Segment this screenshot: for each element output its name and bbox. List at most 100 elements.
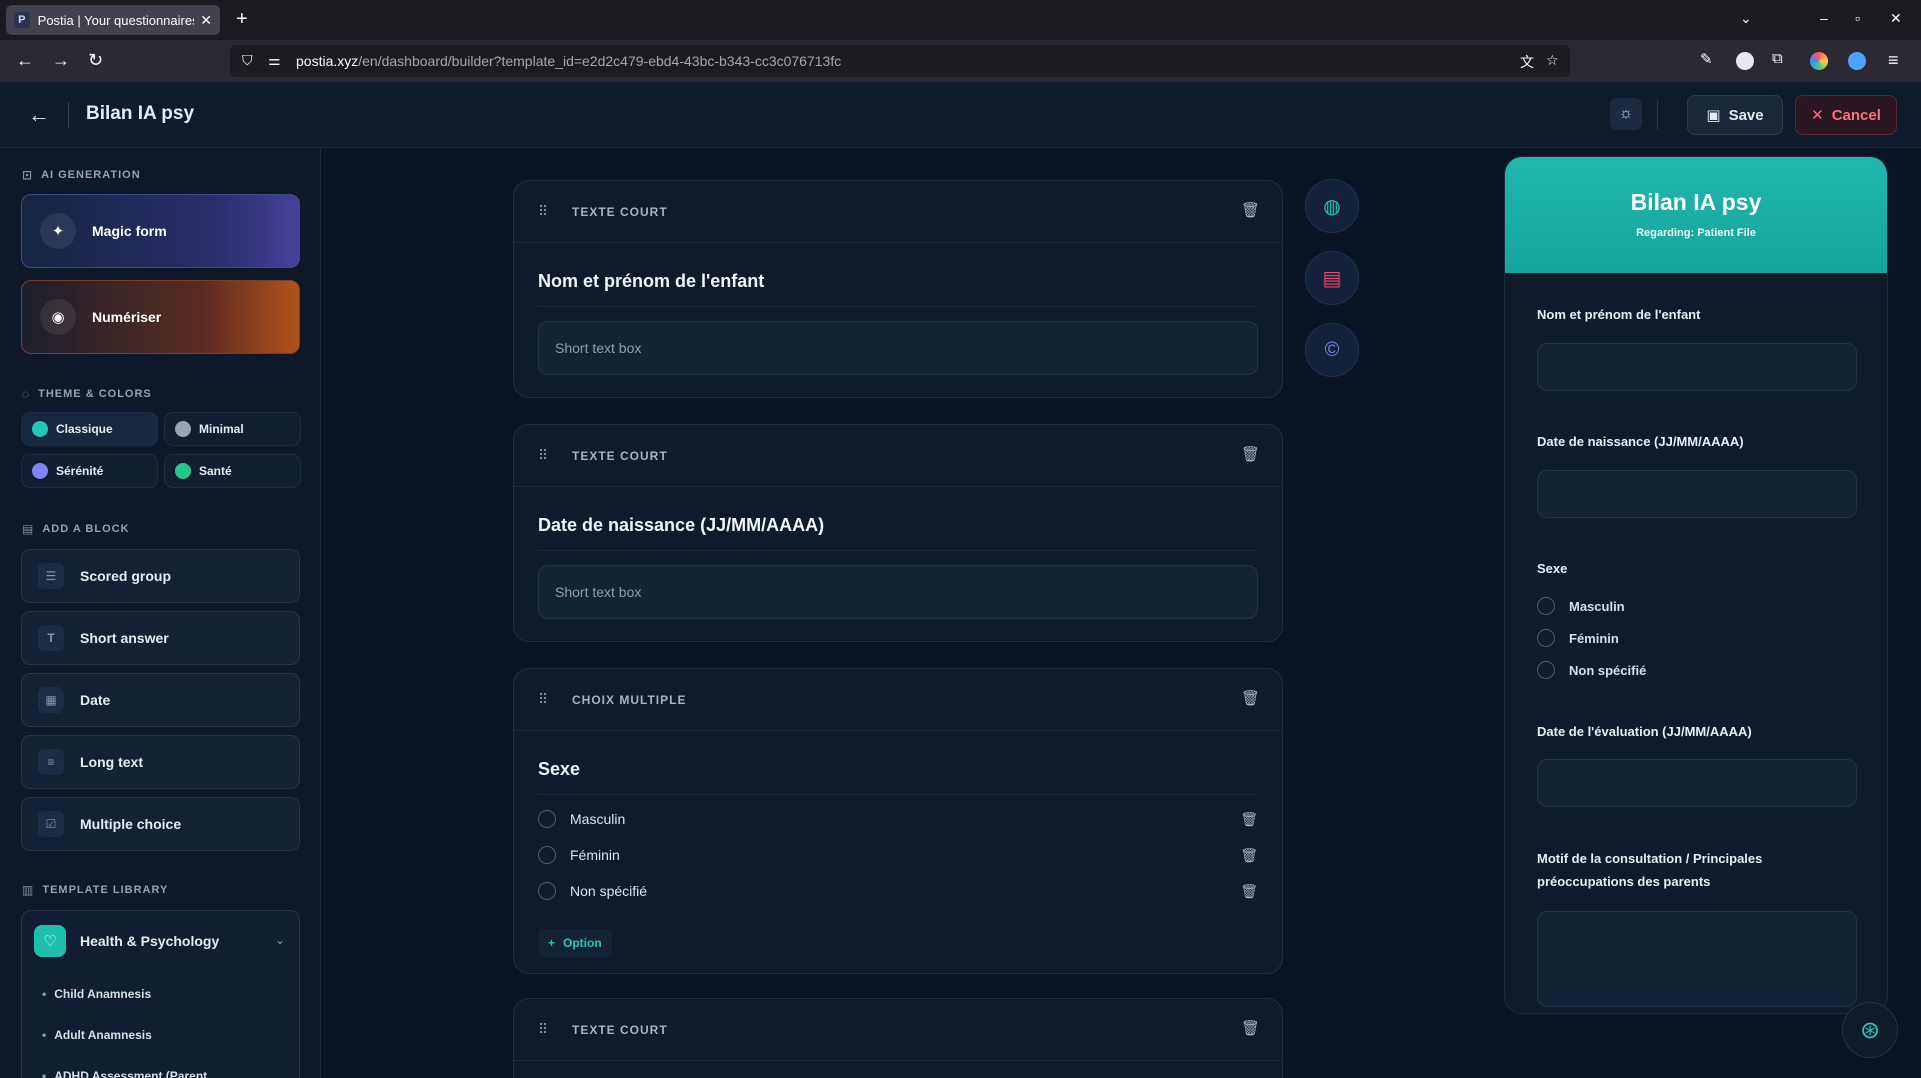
globe-tool-button[interactable]: ◍ xyxy=(1305,179,1359,233)
minimize-icon[interactable]: – xyxy=(1820,10,1828,26)
theme-chip-classique[interactable]: Classique xyxy=(21,412,158,446)
add-date-button[interactable]: ▦ Date xyxy=(21,673,300,727)
option-row[interactable]: Féminin 🗑 xyxy=(538,843,1258,867)
header-divider-right xyxy=(1657,100,1658,130)
question-title[interactable]: Date de naissance (JJ/MM/AAAA) xyxy=(538,515,1258,551)
account-icon[interactable] xyxy=(1736,52,1754,70)
color-extension-icon[interactable] xyxy=(1810,52,1828,70)
color-dot xyxy=(175,463,191,479)
save-button[interactable]: ▣ Save xyxy=(1687,95,1783,135)
tab-list-icon[interactable]: ⌄ xyxy=(1740,10,1752,27)
browser-tabbar: P Postia | Your questionnaires ✕ + ⌄ – ▫… xyxy=(0,0,1921,40)
trash-icon[interactable]: 🗑 xyxy=(1240,883,1258,900)
shield-icon[interactable]: ⛉ xyxy=(242,52,253,69)
radio-icon xyxy=(538,882,556,900)
sparkles-icon: ✦ xyxy=(40,213,76,249)
react-devtools-icon[interactable] xyxy=(1848,52,1866,70)
question-type: TEXTE COURT xyxy=(572,449,668,463)
add-multiple-choice-button[interactable]: ☑ Multiple choice xyxy=(21,797,300,851)
template-library-heading: ▥ TEMPLATE LIBRARY xyxy=(22,883,169,897)
drag-handle-icon[interactable]: ⠿ xyxy=(538,1021,548,1038)
drag-handle-icon[interactable]: ⠿ xyxy=(538,203,548,220)
back-nav-icon[interactable]: ← xyxy=(16,50,34,71)
library-item[interactable]: Adult Anamnesis xyxy=(42,1028,152,1042)
help-button[interactable]: ⊛ xyxy=(1842,1002,1898,1058)
preview-text-input[interactable] xyxy=(1537,343,1857,391)
drag-handle-icon[interactable]: ⠿ xyxy=(538,691,548,708)
trash-icon[interactable]: 🗑 xyxy=(1241,689,1260,707)
trash-icon[interactable]: 🗑 xyxy=(1240,811,1258,828)
question-title[interactable]: Nom et prénom de l'enfant xyxy=(538,271,1258,307)
library-item[interactable]: Child Anamnesis xyxy=(42,987,151,1001)
add-short-answer-button[interactable]: T Short answer xyxy=(21,611,300,665)
url-text[interactable]: postia.xyz/en/dashboard/builder?template… xyxy=(296,53,841,69)
cancel-button[interactable]: ✕ Cancel xyxy=(1795,95,1897,135)
preview-radio-option[interactable]: Féminin xyxy=(1537,629,1619,647)
library-category-toggle[interactable]: ♡ Health & Psychology xyxy=(34,925,219,957)
close-window-icon[interactable]: ✕ xyxy=(1890,10,1902,27)
color-dot xyxy=(32,463,48,479)
preview-field-label: Date de naissance (JJ/MM/AAAA) xyxy=(1537,434,1744,449)
preview-subtitle: Regarding: Patient File xyxy=(1636,227,1756,239)
document-icon: ▤ xyxy=(1322,267,1342,290)
color-dot xyxy=(32,421,48,437)
preview-header: Bilan IA psy Regarding: Patient File xyxy=(1505,157,1887,273)
option-row[interactable]: Masculin 🗑 xyxy=(538,807,1258,831)
trash-icon[interactable]: 🗑 xyxy=(1241,201,1260,219)
trash-icon[interactable]: 🗑 xyxy=(1240,847,1258,864)
magic-form-button[interactable]: ✦ Magic form xyxy=(21,194,300,268)
menu-icon[interactable]: ≡ xyxy=(1888,50,1899,71)
close-tab-icon[interactable]: ✕ xyxy=(200,12,212,29)
preview-radio-option[interactable]: Non spécifié xyxy=(1537,661,1646,679)
question-title[interactable]: Sexe xyxy=(538,759,1258,795)
new-tab-icon[interactable]: + xyxy=(236,8,248,31)
short-text-preview: Short text box xyxy=(538,565,1258,619)
list-icon: ☰ xyxy=(38,563,64,589)
theme-chip-sante[interactable]: Santé xyxy=(164,454,301,488)
option-label[interactable]: Masculin xyxy=(570,811,625,827)
add-long-text-button[interactable]: ≡ Long text xyxy=(21,735,300,789)
theme-chip-serenite[interactable]: Sérénité xyxy=(21,454,158,488)
question-card[interactable]: ⠿ TEXTE COURT 🗑 Nom et prénom de l'enfan… xyxy=(513,180,1283,398)
pdf-tool-button[interactable]: ▤ xyxy=(1305,251,1359,305)
forward-nav-icon[interactable]: → xyxy=(52,50,70,71)
question-card[interactable]: ⠿ CHOIX MULTIPLE 🗑 Sexe Masculin 🗑 Fémin… xyxy=(513,668,1283,974)
camera-icon: ◉ xyxy=(40,299,76,335)
save-label: Save xyxy=(1728,106,1764,124)
translate-icon[interactable]: 文 xyxy=(1520,52,1534,72)
option-label[interactable]: Non spécifié xyxy=(570,883,647,899)
url-bar[interactable]: ⛉ ⚌ postia.xyz/en/dashboard/builder?temp… xyxy=(230,45,1570,77)
trash-icon[interactable]: 🗑 xyxy=(1241,445,1260,463)
question-card[interactable]: ⠿ TEXTE COURT 🗑 Date de naissance (JJ/MM… xyxy=(513,424,1283,642)
reload-icon[interactable]: ↻ xyxy=(88,50,103,71)
site-info-icon[interactable]: ⚌ xyxy=(268,52,281,69)
trash-icon[interactable]: 🗑 xyxy=(1241,1019,1260,1037)
question-card[interactable]: ⠿ TEXTE COURT 🗑 xyxy=(513,998,1283,1078)
back-arrow-icon[interactable]: ← xyxy=(28,102,50,128)
preview-field-label: Nom et prénom de l'enfant xyxy=(1537,307,1701,322)
scan-button[interactable]: ◉ Numériser xyxy=(21,280,300,354)
preview-textarea[interactable] xyxy=(1537,911,1857,1007)
preview-text-input[interactable] xyxy=(1537,759,1857,807)
preview-radio-option[interactable]: Masculin xyxy=(1537,597,1625,615)
extensions-icon[interactable]: ⧉ xyxy=(1772,50,1783,67)
option-row[interactable]: Non spécifié 🗑 xyxy=(538,879,1258,903)
question-header: ⠿ TEXTE COURT 🗑 xyxy=(514,999,1282,1061)
option-label[interactable]: Féminin xyxy=(570,847,620,863)
copyright-tool-button[interactable]: © xyxy=(1305,323,1359,377)
theme-toggle-button[interactable]: ☼ xyxy=(1610,98,1642,130)
drag-handle-icon[interactable]: ⠿ xyxy=(538,447,548,464)
tools-icon[interactable]: ✎ xyxy=(1700,50,1713,68)
add-scored-group-button[interactable]: ☰ Scored group xyxy=(21,549,300,603)
browser-tab[interactable]: P Postia | Your questionnaires ✕ xyxy=(6,5,220,35)
cancel-label: Cancel xyxy=(1831,106,1881,124)
add-option-button[interactable]: + Option xyxy=(538,929,612,957)
robot-icon: ⊡ xyxy=(22,168,34,182)
chevron-down-icon[interactable]: ⌄ xyxy=(275,933,285,947)
preview-text-input[interactable] xyxy=(1537,470,1857,518)
restore-icon[interactable]: ▫ xyxy=(1855,10,1860,26)
theme-chip-minimal[interactable]: Minimal xyxy=(164,412,301,446)
bookmark-star-icon[interactable]: ☆ xyxy=(1546,52,1559,69)
app-header: ← Bilan IA psy ☼ ▣ Save ✕ Cancel xyxy=(0,82,1921,148)
library-item[interactable]: ADHD Assessment (Parent xyxy=(42,1069,207,1078)
